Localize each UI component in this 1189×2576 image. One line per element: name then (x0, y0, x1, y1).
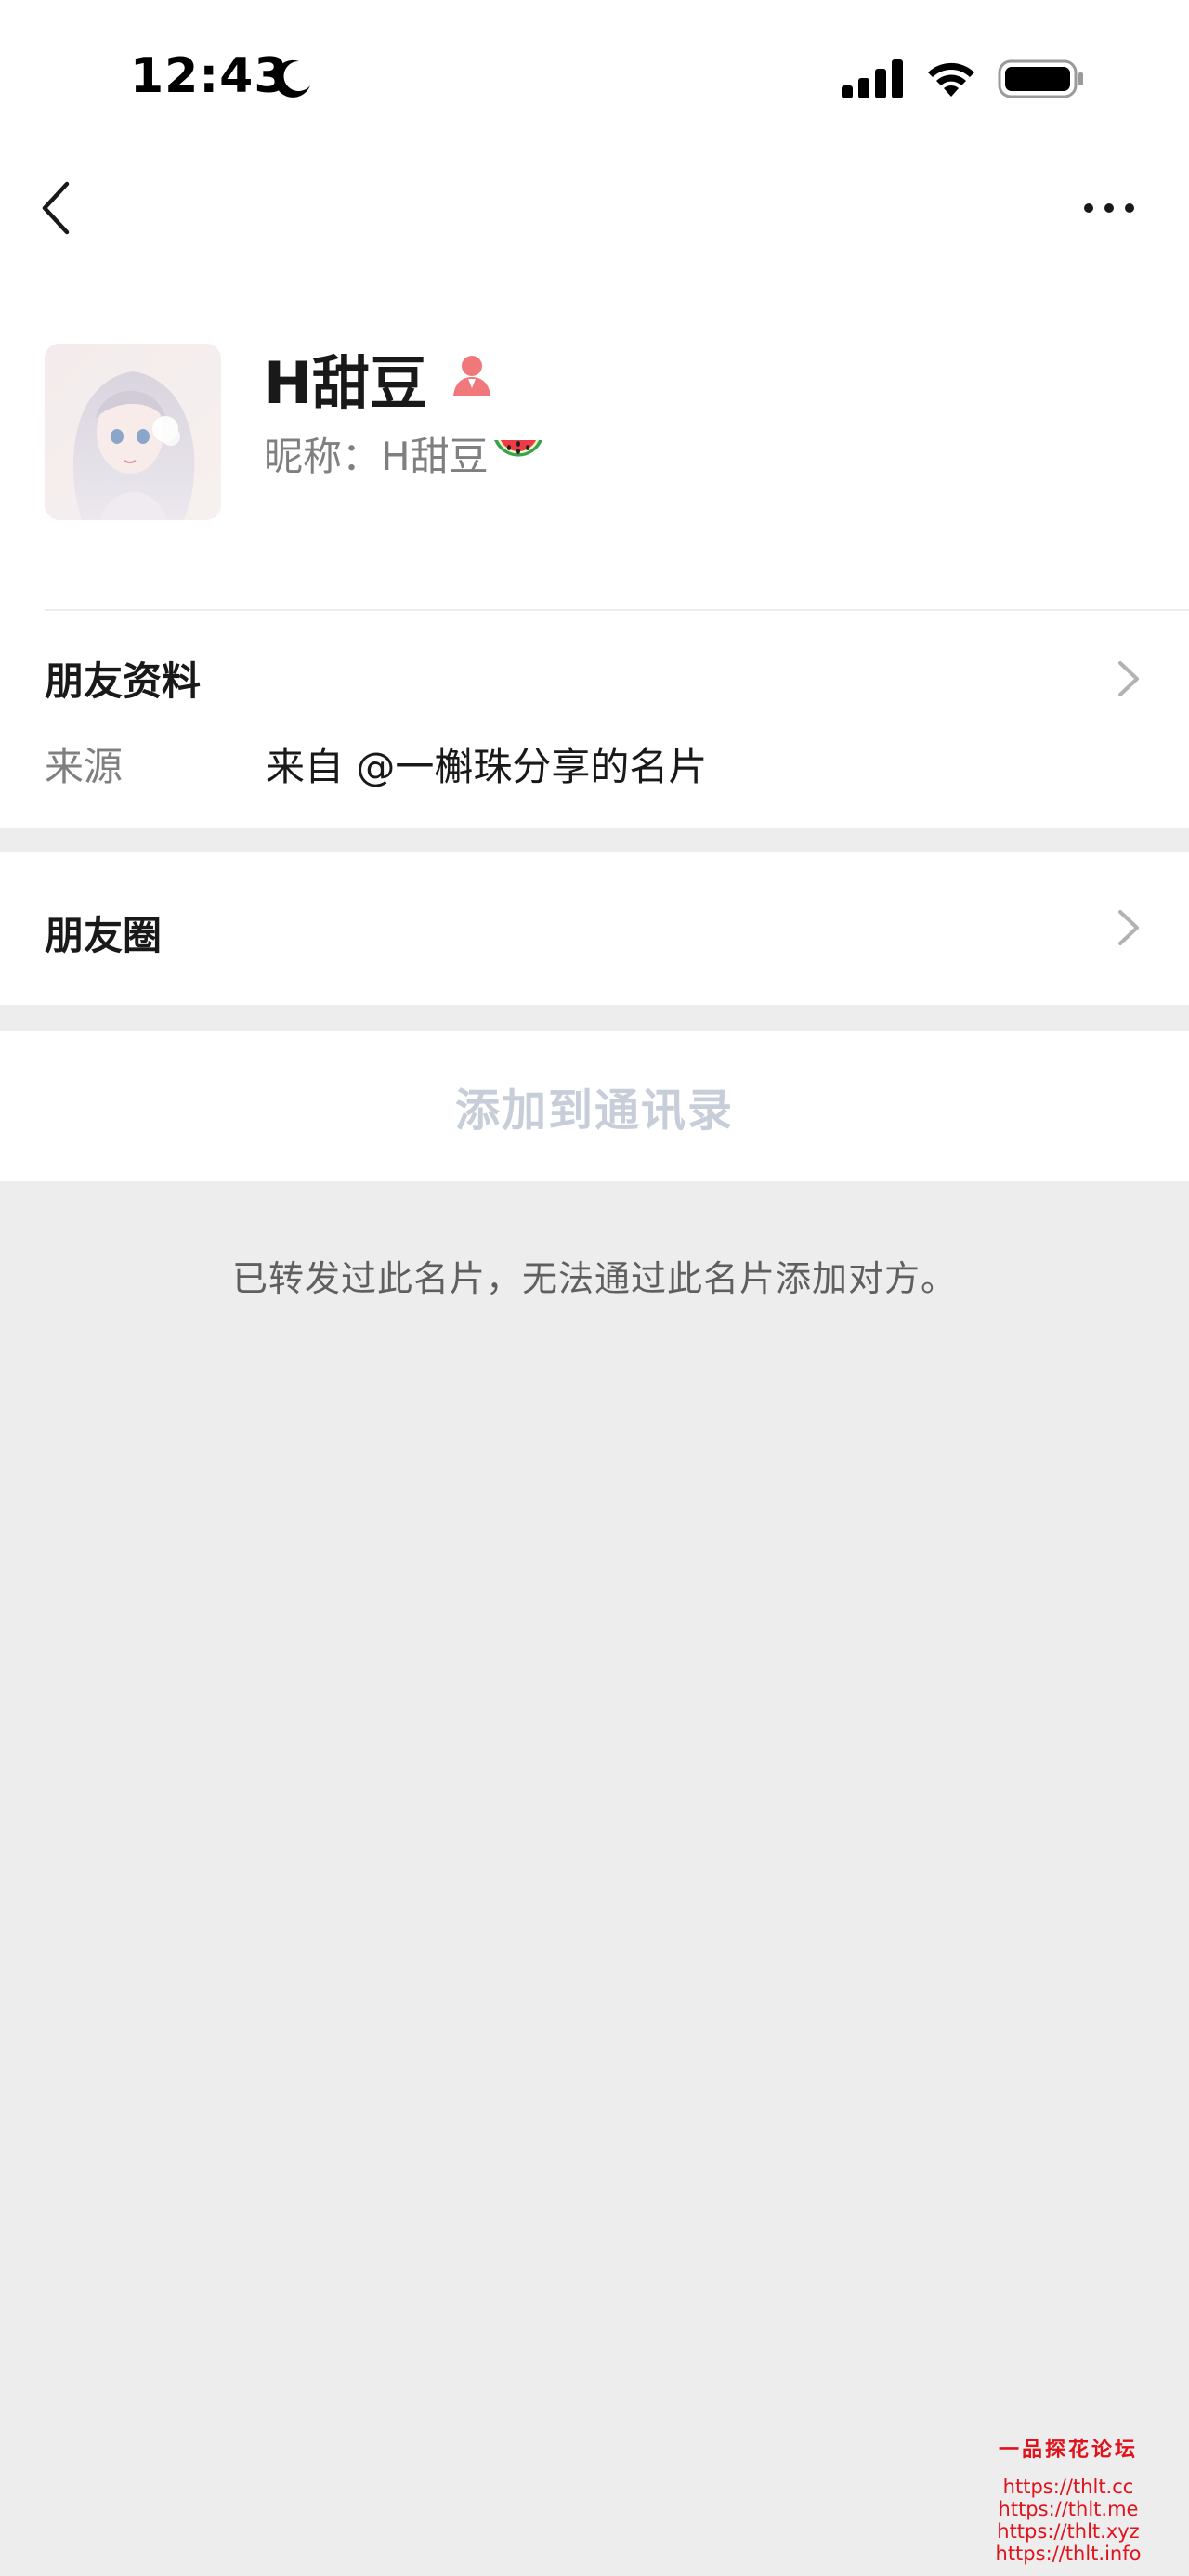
watermark: 一品探花论坛 https://thlt.cc https://thlt.me h… (966, 2433, 1170, 2565)
moon-icon (274, 59, 310, 98)
nickname-label: 昵称： (264, 434, 382, 479)
moments-title[interactable]: 朋友圈 (45, 904, 162, 961)
contact-profile-screen: 12:43 H甜豆 昵称： H甜豆 朋友资料 来源 来自 @一槲珠分享的名片 朋… (0, 0, 1189, 2576)
friend-info-title[interactable]: 朋友资料 (45, 650, 201, 707)
moments-row[interactable]: 朋友圈 (0, 852, 1189, 1005)
watermark-link: https://thlt.me (998, 2498, 1139, 2520)
watermark-link: https://thlt.info (995, 2543, 1142, 2565)
avatar-image (45, 344, 221, 520)
female-gender-icon (453, 356, 490, 396)
forwarded-card-notice: 已转发过此名片，无法通过此名片添加对方。 (231, 1258, 957, 1299)
watermelon-icon (493, 439, 542, 457)
avatar[interactable] (45, 344, 221, 520)
status-bar: 12:43 (0, 0, 1189, 139)
nickname-value: H甜豆 (381, 434, 489, 479)
wifi-icon (928, 62, 974, 97)
watermark-link: https://thlt.xyz (997, 2520, 1140, 2543)
back-chevron-icon[interactable] (35, 178, 80, 238)
source-value: 来自 @一槲珠分享的名片 (266, 744, 708, 789)
source-label: 来源 (45, 744, 124, 789)
nickname-row: 昵称： H甜豆 (264, 425, 546, 482)
divider (45, 609, 1189, 611)
add-to-contacts-card: 添加到通讯录 (0, 1031, 1189, 1181)
watermark-title: 一品探花论坛 (998, 2438, 1138, 2462)
chevron-right-icon[interactable] (1115, 906, 1143, 949)
signal-icon (842, 59, 903, 98)
status-time: 12:43 (130, 48, 289, 104)
battery-icon (998, 59, 1083, 98)
chevron-right-icon[interactable] (1115, 657, 1143, 700)
more-options-icon[interactable] (1081, 191, 1137, 225)
display-name: H甜豆 (264, 349, 427, 417)
watermark-link: https://thlt.cc (1002, 2476, 1134, 2498)
add-to-contacts-button[interactable]: 添加到通讯录 (455, 1073, 734, 1138)
